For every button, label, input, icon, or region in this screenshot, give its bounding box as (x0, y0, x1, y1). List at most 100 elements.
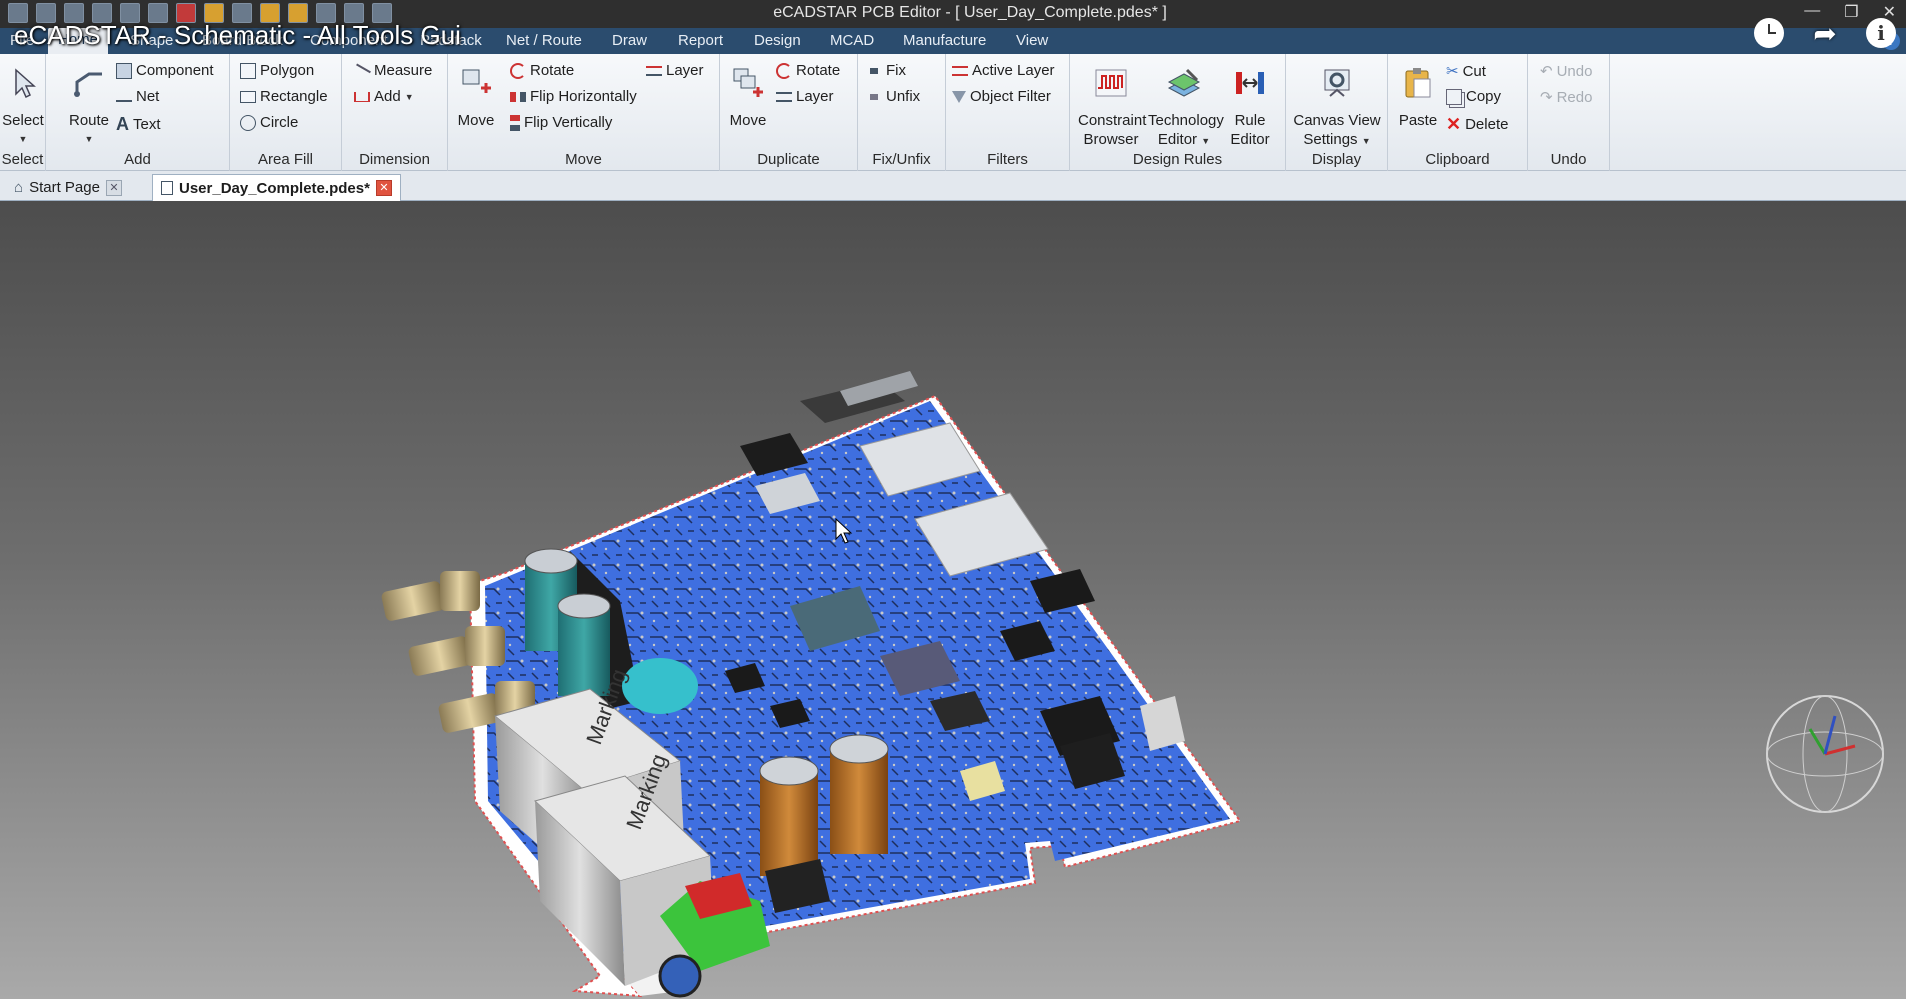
paste-icon (1405, 68, 1431, 98)
rule-editor-button[interactable]: Rule Editor (1222, 66, 1278, 149)
dimension-add-button[interactable]: Add ▼ (354, 88, 414, 105)
tab-user-day-complete[interactable]: User_Day_Complete.pdes* ✕ (152, 174, 401, 201)
duplicate-icon (733, 68, 763, 97)
group-duplicate: Move Rotate Layer Duplicate (720, 54, 858, 171)
fix-button[interactable]: Fix (870, 62, 906, 79)
menu-report[interactable]: Report (678, 32, 723, 49)
group-label-move: Move (565, 151, 602, 168)
measure-icon (353, 63, 371, 78)
technology-icon (1167, 68, 1201, 97)
delete-button[interactable]: ✕ Delete (1446, 114, 1508, 135)
close-tab-icon[interactable]: ✕ (105, 179, 122, 196)
dimension-icon (354, 91, 370, 102)
active-layer-button[interactable]: Active Layer (952, 62, 1055, 79)
paste-button[interactable]: Paste (1396, 66, 1440, 130)
undo-icon: ↶ (1540, 63, 1553, 80)
redo-button[interactable]: ↷ Redo (1540, 88, 1592, 107)
rotate-button[interactable]: Rotate (510, 62, 574, 79)
canvas-settings-icon (1324, 69, 1350, 97)
select-button[interactable]: Select ▼ (2, 66, 44, 149)
group-label-add: Add (124, 151, 151, 168)
tab-start-page[interactable]: ⌂ Start Page ✕ (6, 174, 130, 201)
copy-icon (1446, 88, 1462, 105)
active-layer-icon (952, 65, 968, 76)
group-area-fill: Polygon Rectangle Circle Area Fill (230, 54, 342, 171)
ribbon: Select ▼ Select Route ▼ Component Net A Tex… (0, 54, 1906, 171)
layer-icon (776, 91, 792, 102)
technology-editor-button[interactable]: Technology Editor ▼ (1148, 66, 1224, 151)
flip-horizontally-button[interactable]: Flip Horizontally (510, 88, 637, 105)
group-label-select: Select (1, 151, 44, 168)
menu-manufacture[interactable]: Manufacture (903, 32, 986, 49)
polygon-button[interactable]: Polygon (240, 62, 314, 79)
net-icon (116, 92, 132, 102)
pcb-3d-view: Marking Marking (381, 371, 1884, 998)
group-label-area-fill: Area Fill (257, 151, 313, 168)
component-button[interactable]: Component (116, 62, 214, 79)
route-icon (74, 72, 102, 97)
navigation-cube[interactable] (1766, 695, 1884, 813)
constraint-browser-button[interactable]: Constraint Browser (1078, 66, 1146, 149)
3d-canvas[interactable]: Marking Marking (0, 201, 1906, 999)
circle-button[interactable]: Circle (240, 114, 298, 131)
scissors-icon: ✂ (1446, 63, 1459, 80)
menu-view[interactable]: View (1016, 32, 1048, 49)
document-icon (161, 181, 173, 195)
group-design-rules: Constraint Browser Technology Editor ▼ Rul… (1070, 54, 1286, 171)
cut-button[interactable]: ✂ Cut (1446, 62, 1486, 81)
redo-icon: ↷ (1540, 89, 1553, 106)
group-move: Move Rotate Flip Horizontally Flip Verti… (448, 54, 720, 171)
rule-editor-icon (1236, 72, 1264, 94)
duplicate-layer-button[interactable]: Layer (776, 88, 834, 105)
close-tab-icon[interactable]: ✕ (375, 180, 392, 196)
object-filter-button[interactable]: Object Filter (952, 88, 1051, 105)
group-label-fix: Fix/Unfix (872, 151, 931, 168)
net-button[interactable]: Net (116, 88, 159, 105)
group-dimension: Measure Add ▼ Dimension (342, 54, 448, 171)
rectangle-button[interactable]: Rectangle (240, 88, 328, 105)
group-select: Select ▼ Select (0, 54, 46, 171)
group-undo: ↶ Undo ↷ Redo Undo (1528, 54, 1610, 171)
video-title: eCADSTAR - Schematic - All Tools Gui (14, 20, 461, 50)
group-label-design-rules: Design Rules (1132, 151, 1223, 168)
cursor-icon (15, 68, 36, 99)
flip-vertical-icon (510, 114, 520, 131)
circle-icon (240, 114, 256, 131)
group-clipboard: Paste ✂ Cut Copy ✕ Delete Clipboard (1388, 54, 1528, 171)
filter-icon (952, 90, 966, 103)
route-button[interactable]: Route ▼ (64, 66, 114, 149)
group-label-duplicate: Duplicate (757, 151, 820, 168)
text-button[interactable]: A Text (116, 114, 161, 135)
group-display: Canvas View Settings ▼ Display (1286, 54, 1388, 171)
canvas-view-settings-button[interactable]: Canvas View Settings ▼ (1290, 66, 1384, 151)
menu-draw[interactable]: Draw (612, 32, 647, 49)
group-filters: Active Layer Object Filter Filters (946, 54, 1070, 171)
share-icon[interactable]: ➦ (1808, 16, 1842, 50)
rotate-icon (510, 62, 526, 79)
menu-mcad[interactable]: MCAD (830, 32, 874, 49)
menu-design[interactable]: Design (754, 32, 801, 49)
copy-button[interactable]: Copy (1446, 88, 1501, 105)
duplicate-rotate-button[interactable]: Rotate (776, 62, 840, 79)
constraint-icon (1095, 69, 1127, 97)
unpin-icon (870, 93, 882, 100)
group-label-clipboard: Clipboard (1425, 151, 1490, 168)
group-add: Route ▼ Component Net A Text Add (46, 54, 230, 171)
pin-icon (870, 67, 882, 74)
move-layer-button[interactable]: Layer (646, 62, 704, 79)
rectangle-icon (240, 90, 256, 103)
undo-button[interactable]: ↶ Undo (1540, 62, 1592, 81)
unfix-button[interactable]: Unfix (870, 88, 920, 105)
delete-icon: ✕ (1446, 114, 1462, 134)
component-icon (116, 62, 132, 79)
flip-horizontal-icon (510, 91, 526, 102)
info-icon[interactable]: i (1864, 16, 1898, 50)
flip-vertically-button[interactable]: Flip Vertically (510, 114, 612, 131)
duplicate-move-button[interactable]: Move (726, 66, 770, 130)
group-label-undo: Undo (1550, 151, 1587, 168)
document-tabs: ⌂ Start Page ✕ User_Day_Complete.pdes* ✕ (0, 171, 1906, 201)
menu-net-route[interactable]: Net / Route (506, 32, 582, 49)
move-button[interactable]: Move (454, 66, 498, 130)
measure-button[interactable]: Measure (353, 62, 432, 79)
watch-later-icon[interactable] (1752, 16, 1786, 50)
